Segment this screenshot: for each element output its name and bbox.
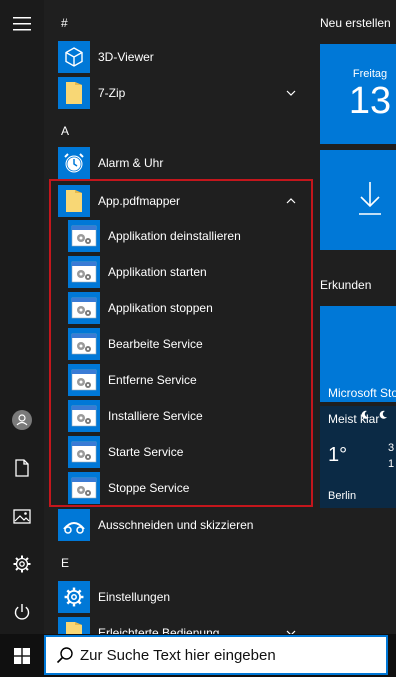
alarm-clock-icon (58, 147, 90, 179)
chevron-down-icon (286, 90, 296, 96)
search-icon (56, 647, 73, 664)
tile-group-title[interactable]: Neu erstellen (320, 16, 391, 30)
gear-icon (13, 555, 31, 573)
weather-low: 1 (388, 458, 395, 470)
weather-city: Berlin (328, 490, 357, 502)
start-button[interactable] (0, 634, 44, 677)
calendar-date: 13 (348, 80, 392, 122)
app-item-3d-viewer[interactable]: 3D-Viewer (58, 40, 312, 74)
gear-icon (58, 581, 90, 613)
folder-icon (58, 617, 90, 634)
pictures-button[interactable] (0, 496, 44, 536)
app-folder-7zip[interactable]: 7-Zip (58, 76, 312, 110)
weather-tile[interactable]: Meist klar 1° 3 1 Berlin (320, 406, 396, 508)
cube-icon (58, 41, 90, 73)
app-folder-ease-of-access[interactable]: Erleichterte Bedienung (58, 616, 312, 634)
power-button[interactable] (0, 592, 44, 632)
app-label: Alarm & Uhr (98, 156, 164, 170)
store-tile[interactable]: Microsoft Sto (320, 306, 396, 402)
section-header-hash[interactable]: # (61, 16, 68, 30)
app-label: 3D-Viewer (98, 50, 154, 64)
chevron-down-icon (286, 630, 296, 634)
app-label: Einstellungen (98, 590, 171, 604)
app-label: Erleichterte Bedienung (98, 626, 220, 634)
app-item-settings[interactable]: Einstellungen (58, 580, 312, 614)
download-tile[interactable] (320, 150, 396, 250)
user-account-button[interactable] (0, 400, 44, 440)
windows-logo-icon (14, 647, 30, 664)
folder-icon (58, 77, 90, 109)
search-input[interactable] (80, 646, 370, 664)
store-label: Microsoft Sto (328, 386, 396, 400)
power-icon (14, 604, 30, 620)
section-header-a[interactable]: A (61, 124, 69, 138)
weather-high: 3 (388, 442, 395, 454)
document-icon (15, 459, 29, 477)
tiles-panel: Neu erstellen Freitag 13 Erkunden Micros… (312, 0, 396, 634)
start-rail (0, 0, 44, 634)
taskbar-search-box[interactable] (44, 635, 388, 675)
documents-button[interactable] (0, 448, 44, 488)
settings-rail-button[interactable] (0, 544, 44, 584)
app-label: 7-Zip (98, 86, 126, 100)
app-item-alarm[interactable]: Alarm & Uhr (58, 146, 312, 180)
tile-group-title[interactable]: Erkunden (320, 278, 371, 292)
selection-highlight-frame (49, 179, 313, 507)
app-item-snip-sketch[interactable]: Ausschneiden und skizzieren (58, 508, 312, 542)
picture-icon (13, 508, 31, 524)
moon-icon (379, 410, 387, 419)
download-icon (359, 182, 381, 215)
section-header-e[interactable]: E (61, 556, 69, 570)
hamburger-icon (13, 17, 31, 31)
moon-icon (361, 410, 369, 419)
calendar-day: Freitag (352, 68, 388, 80)
app-label: Ausschneiden und skizzieren (98, 518, 254, 532)
calendar-tile[interactable]: Freitag 13 (320, 44, 396, 144)
weather-condition: Meist klar (328, 412, 380, 426)
scissors-icon (58, 509, 90, 541)
taskbar (0, 634, 396, 677)
user-avatar-icon (12, 410, 32, 430)
weather-temperature: 1° (328, 444, 348, 466)
hamburger-menu-button[interactable] (0, 4, 44, 44)
